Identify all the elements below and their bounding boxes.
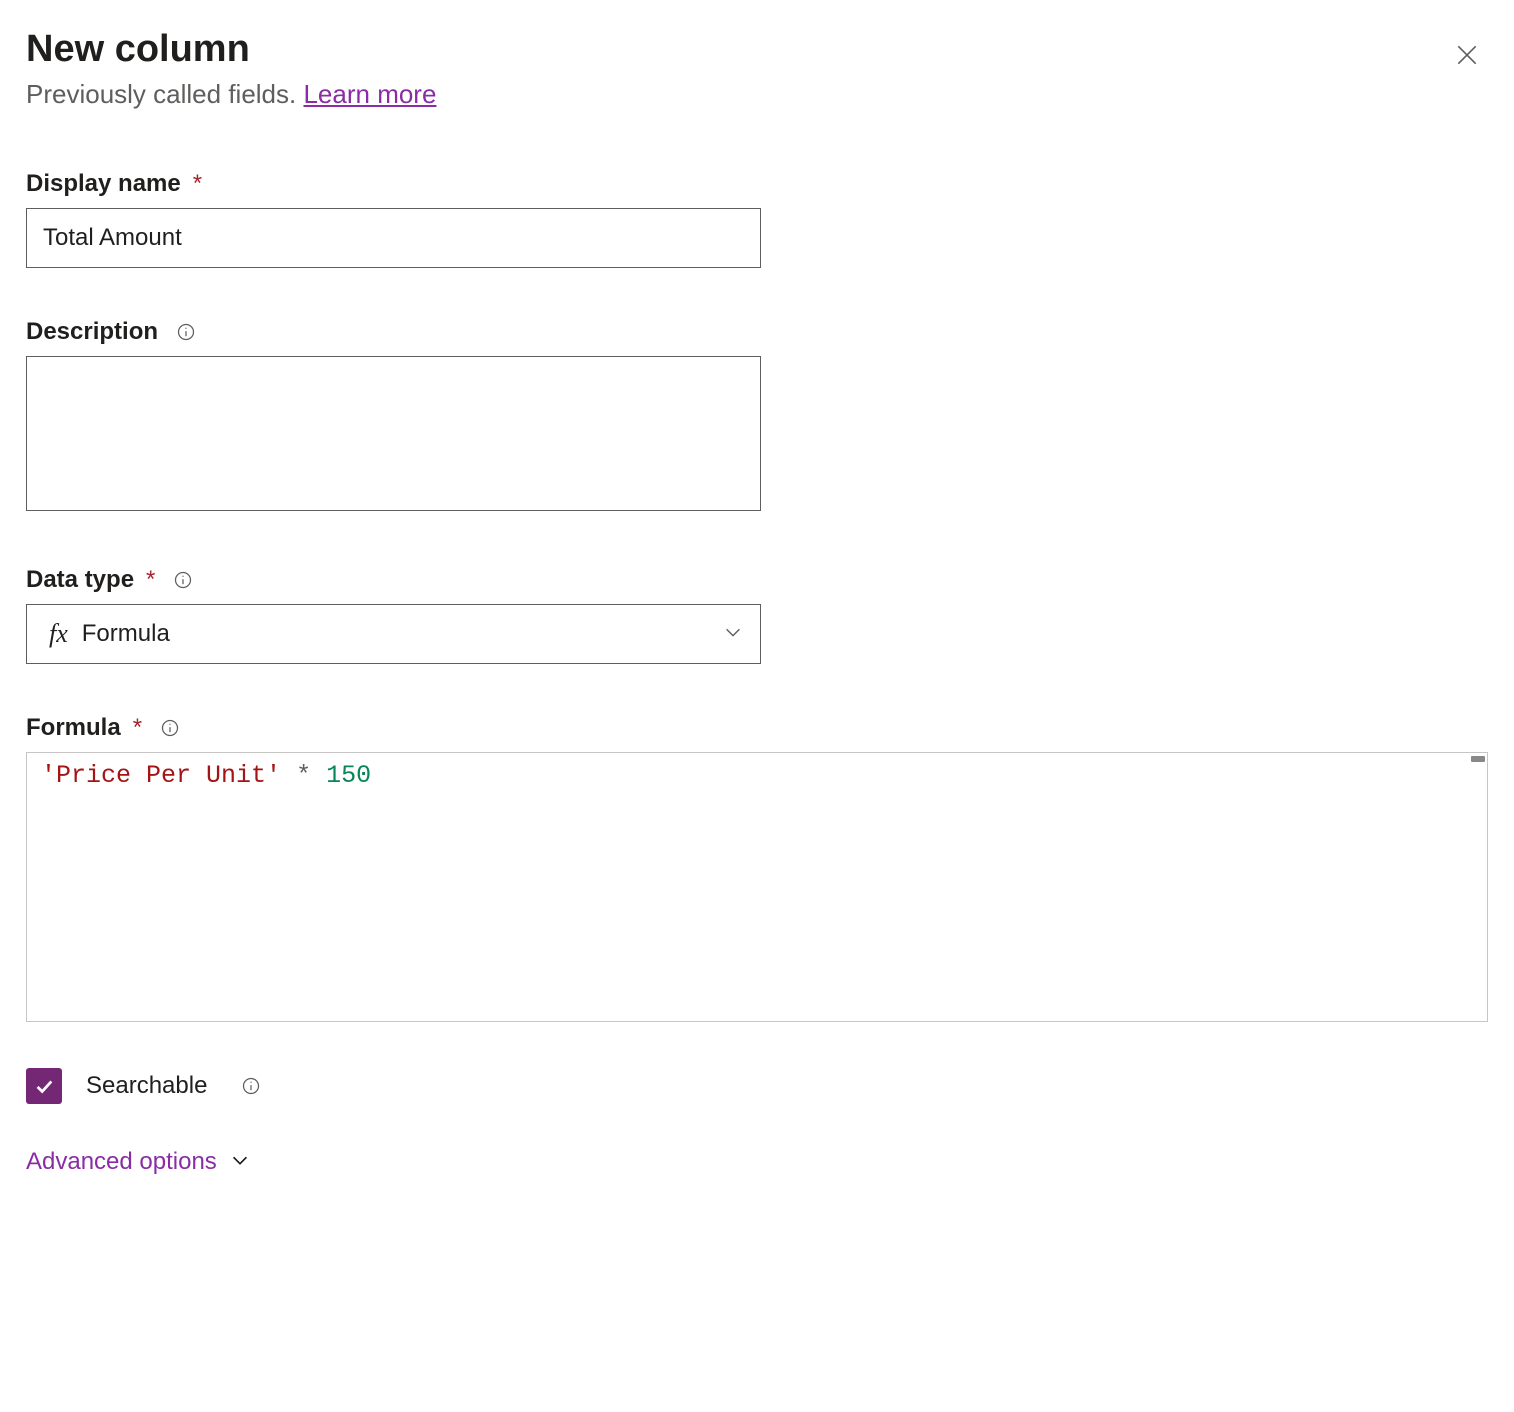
description-field-group: Description	[26, 318, 1488, 516]
formula-token-number: 150	[326, 761, 371, 790]
chevron-down-icon	[229, 1149, 251, 1176]
info-icon[interactable]	[173, 570, 193, 590]
formula-token-operator: *	[296, 761, 311, 790]
searchable-row: Searchable	[26, 1068, 1488, 1104]
info-icon[interactable]	[160, 718, 180, 738]
formula-token-string: 'Price Per Unit'	[41, 761, 281, 790]
close-icon[interactable]	[1446, 34, 1488, 81]
display-name-field-group: Display name *	[26, 170, 1488, 268]
required-mark: *	[133, 714, 142, 742]
advanced-options-label: Advanced options	[26, 1148, 217, 1176]
learn-more-link[interactable]: Learn more	[303, 79, 436, 109]
subtitle-text: Previously called fields.	[26, 79, 303, 109]
data-type-field-group: Data type * fx Formula	[26, 566, 1488, 664]
data-type-label-text: Data type	[26, 566, 134, 594]
display-name-label-text: Display name	[26, 170, 181, 198]
data-type-value: Formula	[82, 620, 722, 648]
required-mark: *	[146, 566, 155, 594]
display-name-label: Display name *	[26, 170, 1488, 198]
info-icon[interactable]	[176, 322, 196, 342]
formula-editor[interactable]: 'Price Per Unit' * 150	[26, 752, 1488, 1022]
info-icon[interactable]	[241, 1076, 261, 1096]
required-mark: *	[193, 170, 202, 198]
searchable-checkbox[interactable]	[26, 1068, 62, 1104]
display-name-input[interactable]	[26, 208, 761, 268]
data-type-label: Data type *	[26, 566, 1488, 594]
description-label-text: Description	[26, 318, 158, 346]
description-label: Description	[26, 318, 1488, 346]
advanced-options-toggle[interactable]: Advanced options	[26, 1148, 1488, 1176]
chevron-down-icon	[722, 621, 744, 648]
formula-label-text: Formula	[26, 714, 121, 742]
page-subtitle: Previously called fields. Learn more	[26, 79, 436, 110]
description-input[interactable]	[26, 356, 761, 511]
formula-label: Formula *	[26, 714, 1488, 742]
scrollbar-thumb[interactable]	[1471, 756, 1485, 762]
page-title: New column	[26, 28, 436, 71]
data-type-select[interactable]: fx Formula	[26, 604, 761, 664]
fx-icon: fx	[49, 619, 68, 649]
formula-field-group: Formula * 'Price Per Unit' * 150	[26, 714, 1488, 1022]
searchable-label: Searchable	[86, 1072, 207, 1100]
